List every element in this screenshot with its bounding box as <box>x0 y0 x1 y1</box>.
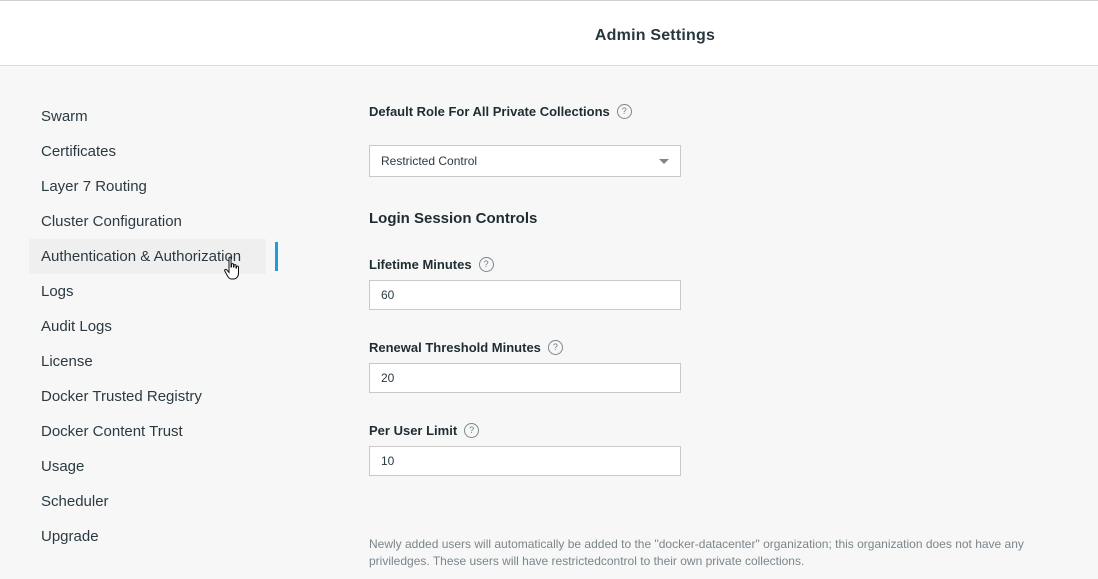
chevron-down-icon <box>659 159 669 164</box>
page-title: Admin Settings <box>594 27 716 44</box>
sidebar-item-certificates[interactable]: Certificates <box>29 134 267 169</box>
hand-pointer-icon <box>224 256 239 280</box>
sidebar-item-docker-content-trust[interactable]: Docker Content Trust <box>29 414 267 449</box>
sidebar-item-license[interactable]: License <box>29 344 267 379</box>
lifetime-minutes-input[interactable]: 60 <box>369 280 681 310</box>
settings-sidebar: Swarm Certificates Layer 7 Routing Clust… <box>29 99 278 554</box>
renewal-label-row: Renewal Threshold Minutes ? <box>369 336 563 358</box>
lifetime-minutes-label: Lifetime Minutes <box>369 256 472 272</box>
login-session-controls-heading: Login Session Controls <box>369 210 538 227</box>
per-user-label-row: Per User Limit ? <box>369 419 480 441</box>
sidebar-item-swarm[interactable]: Swarm <box>29 99 267 134</box>
page-header: Admin Settings <box>0 0 1098 66</box>
sidebar-item-cluster-configuration[interactable]: Cluster Configuration <box>29 204 267 239</box>
help-icon[interactable]: ? <box>547 339 563 355</box>
renewal-threshold-input[interactable]: 20 <box>369 363 681 393</box>
sidebar-item-docker-trusted-registry[interactable]: Docker Trusted Registry <box>29 379 267 414</box>
per-user-limit-label: Per User Limit <box>369 422 458 438</box>
default-role-selected-value: Restricted Control <box>381 154 478 168</box>
sidebar-item-usage[interactable]: Usage <box>29 449 267 484</box>
default-role-select[interactable]: Restricted Control <box>369 145 681 177</box>
help-icon[interactable]: ? <box>464 422 480 438</box>
default-role-label: Default Role For All Private Collections <box>369 103 610 119</box>
new-users-note: Newly added users will automatically be … <box>369 537 1024 568</box>
help-icon[interactable]: ? <box>616 103 632 119</box>
renewal-threshold-label: Renewal Threshold Minutes <box>369 339 541 355</box>
sidebar-item-layer7-routing[interactable]: Layer 7 Routing <box>29 169 267 204</box>
help-icon[interactable]: ? <box>478 256 494 272</box>
sidebar-item-scheduler[interactable]: Scheduler <box>29 484 267 519</box>
default-role-label-row: Default Role For All Private Collections… <box>369 100 632 122</box>
lifetime-label-row: Lifetime Minutes ? <box>369 253 494 275</box>
per-user-limit-input[interactable]: 10 <box>369 446 681 476</box>
sidebar-item-upgrade[interactable]: Upgrade <box>29 519 267 554</box>
sidebar-item-audit-logs[interactable]: Audit Logs <box>29 309 267 344</box>
